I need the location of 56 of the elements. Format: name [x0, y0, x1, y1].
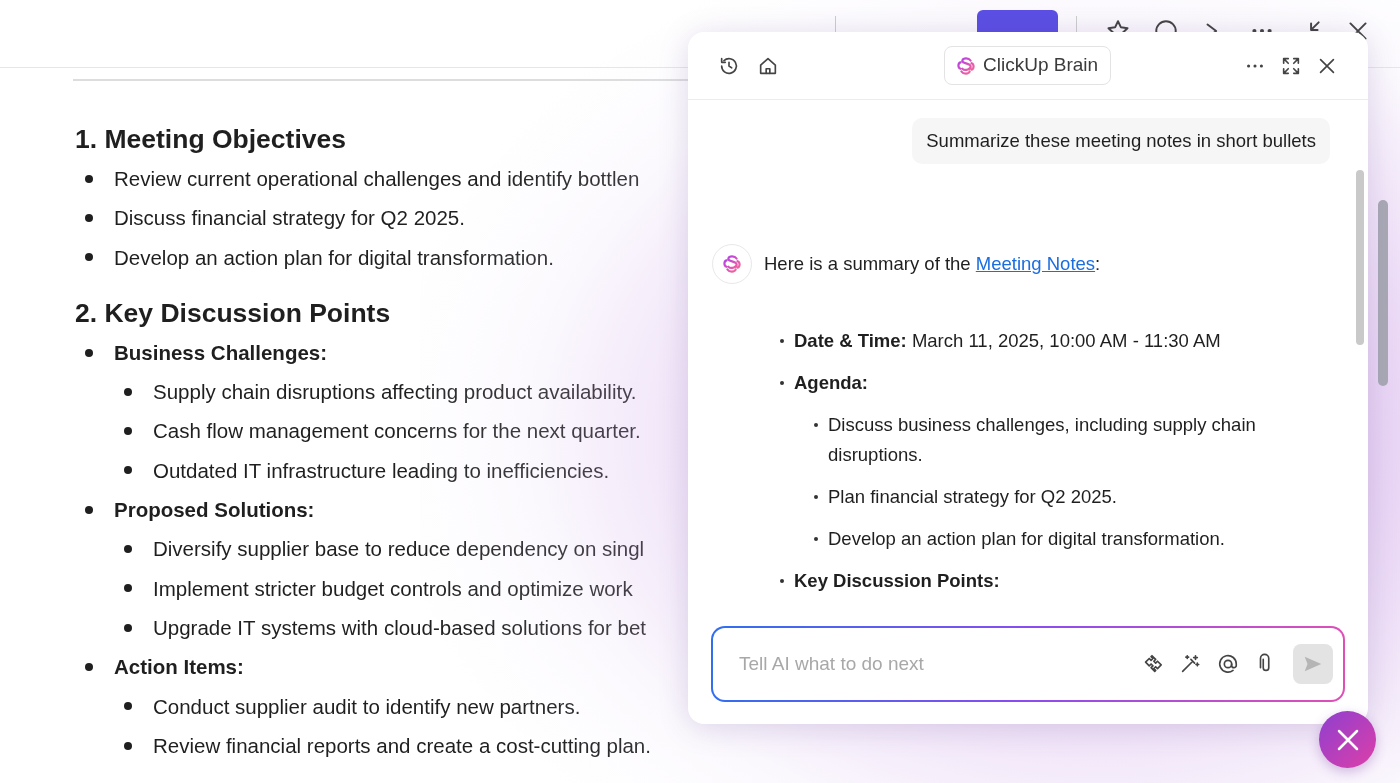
bullet-icon	[124, 387, 132, 396]
bullet-icon	[124, 584, 132, 593]
bullet-icon	[85, 505, 93, 514]
list-item: Conduct supplier audit to identify new partners.	[153, 693, 581, 720]
list-item: Diversify supplier base to reduce dependency on singl	[153, 536, 645, 563]
list-item: Cash flow management concerns for the next quarter.	[153, 418, 641, 445]
summary-item: Agenda:	[794, 370, 868, 395]
list-item: Discuss financial strategy for Q2 2025.	[114, 205, 465, 232]
bullet-icon	[85, 662, 93, 671]
list-item: Review financial reports and create a cost-cutting plan.	[153, 732, 651, 759]
bullet-icon	[85, 213, 93, 222]
mention-icon[interactable]	[1217, 653, 1239, 675]
summary-item: Date & Time: March 11, 2025, 10:00 AM - 11:30 AM	[794, 328, 1221, 353]
brain-icon	[721, 252, 743, 275]
bullet-icon	[85, 174, 93, 183]
prompt-field[interactable]: Tell AI what to do next	[711, 626, 1345, 702]
bullet-icon	[780, 380, 784, 385]
bullet-icon	[780, 578, 784, 583]
bullet-icon	[814, 422, 818, 427]
bullet-icon	[814, 536, 818, 541]
list-item: Action Items:	[114, 654, 244, 681]
summary-item: Develop an action plan for digital transformation.	[828, 526, 1225, 551]
bullet-icon	[124, 623, 132, 632]
bullet-icon	[780, 338, 784, 343]
bullet-icon	[124, 427, 132, 436]
summary-item: Key Discussion Points:	[794, 568, 1000, 593]
bullet-icon	[124, 545, 132, 553]
bullet-icon	[814, 494, 818, 499]
close-icon	[1335, 727, 1360, 752]
scrollbar-thumb[interactable]	[1356, 170, 1364, 345]
list-item: Upgrade IT systems with cloud-based solutions for bet	[153, 614, 646, 641]
panel-title: ClickUp Brain	[944, 46, 1112, 85]
list-item: Implement stricter budget controls and optimize work	[153, 575, 633, 602]
user-message: Summarize these meeting notes in short bullets	[912, 118, 1330, 164]
scrollbar-thumb[interactable]	[1378, 200, 1388, 386]
section-heading: 2. Key Discussion Points	[75, 296, 391, 330]
list-item: Review current operational challenges and identify bottlen	[114, 166, 640, 192]
bullet-icon	[85, 348, 93, 357]
bullet-icon	[124, 741, 132, 750]
magic-wand-icon[interactable]	[1179, 653, 1201, 675]
close-button[interactable]	[1319, 711, 1376, 768]
bullet-icon	[124, 702, 132, 711]
list-item: Supply chain disruptions affecting product availability.	[153, 379, 637, 406]
bullet-icon	[124, 466, 132, 475]
list-item: Business Challenges:	[114, 339, 328, 366]
summary-item: Discuss business challenges, including supply chain disruptions.	[828, 412, 1257, 467]
bullet-icon	[85, 253, 93, 262]
list-item: Develop an action plan for digital transformation.	[114, 244, 554, 271]
prompt-input[interactable]: Tell AI what to do next	[737, 648, 1125, 680]
section-heading: 1. Meeting Objectives	[75, 123, 346, 156]
assistant-message: Here is a summary of the Meeting Notes:	[764, 251, 1101, 276]
summary-item: Plan financial strategy for Q2 2025.	[828, 484, 1117, 509]
list-item: Outdated IT infrastructure leading to inefficiencies.	[153, 457, 610, 484]
brain-icon	[955, 54, 977, 77]
notes-link[interactable]: Meeting Notes	[975, 252, 1096, 274]
list-item: Proposed Solutions:	[114, 497, 315, 524]
